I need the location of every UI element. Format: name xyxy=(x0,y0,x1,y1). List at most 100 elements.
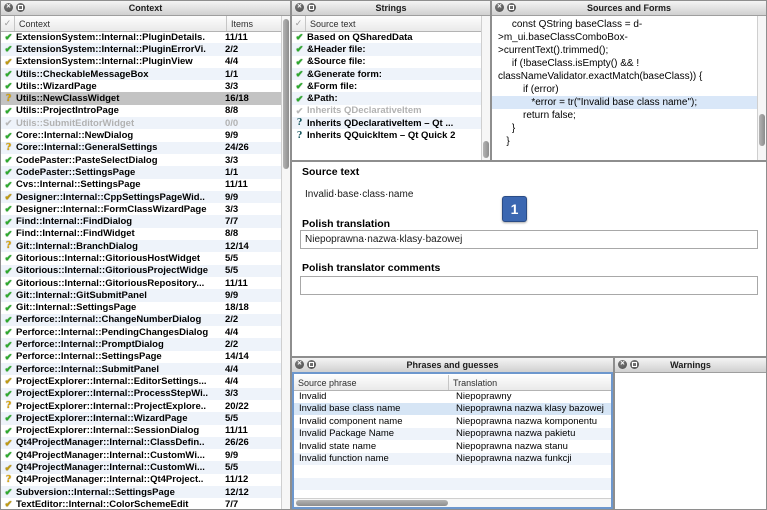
context-row[interactable]: ✔Perforce::Internal::PromptDialog2/2 xyxy=(1,338,281,350)
strings-scrollbar-thumb[interactable] xyxy=(483,141,489,158)
context-row[interactable]: ✔ProjectExplorer::Internal::WizardPage5/… xyxy=(1,412,281,424)
context-row[interactable]: ✔Perforce::Internal::SettingsPage14/14 xyxy=(1,351,281,363)
context-scrollbar-thumb[interactable] xyxy=(283,19,289,169)
context-row[interactable]: ✔CodePaster::PasteSelectDialog3/3 xyxy=(1,154,281,166)
phrases-hscrollbar[interactable] xyxy=(294,498,611,507)
warn-status-icon: ✔ xyxy=(1,437,16,449)
context-row[interactable]: ✔Git::Internal::SettingsPage18/18 xyxy=(1,302,281,314)
context-scrollbar[interactable] xyxy=(281,16,290,509)
context-row[interactable]: ✔Qt4ProjectManager::Internal::CustomWi..… xyxy=(1,449,281,461)
context-row[interactable]: ✔Utils::SubmitEditorWidget0/0 xyxy=(1,117,281,129)
done-mark-column-icon[interactable]: ✓ xyxy=(1,16,15,31)
sources-scrollbar[interactable] xyxy=(757,16,766,160)
string-row[interactable]: ?Inherits QDeclarativeItem – Qt ... xyxy=(292,117,481,129)
context-row[interactable]: ?Utils::NewClassWidget16/18 xyxy=(1,92,281,104)
phrase-row[interactable]: Invalid component nameNiepoprawna nazwa … xyxy=(294,415,611,428)
context-row[interactable]: ✔Perforce::Internal::SubmitPanel4/4 xyxy=(1,363,281,375)
phrases-column-header[interactable]: Source phrase Translation xyxy=(294,375,611,391)
context-row[interactable]: ✔CodePaster::SettingsPage1/1 xyxy=(1,166,281,178)
float-icon[interactable] xyxy=(307,360,316,369)
phrase-row[interactable]: Invalid function nameNiepoprawna nazwa f… xyxy=(294,453,611,466)
done-status-icon: ✔ xyxy=(1,130,16,142)
context-column[interactable]: Context xyxy=(15,16,227,31)
context-row[interactable]: ✔Perforce::Internal::ChangeNumberDialog2… xyxy=(1,314,281,326)
phrase-row[interactable]: InvalidNiepoprawny xyxy=(294,390,611,403)
close-icon[interactable]: ✕ xyxy=(618,360,627,369)
done-mark-column-icon[interactable]: ✓ xyxy=(292,16,306,31)
unfinished2-status-icon: ? xyxy=(292,130,307,142)
context-row[interactable]: ✔ProjectExplorer::Internal::SessionDialo… xyxy=(1,425,281,437)
context-row[interactable]: ✔ProjectExplorer::Internal::EditorSettin… xyxy=(1,375,281,387)
context-row[interactable]: ✔Utils::ProjectIntroPage8/8 xyxy=(1,105,281,117)
context-row[interactable]: ✔ExtensionSystem::Internal::PluginView4/… xyxy=(1,56,281,68)
done-status-icon: ✔ xyxy=(1,31,16,43)
string-row[interactable]: ✔&Path: xyxy=(292,92,481,104)
close-icon[interactable]: ✕ xyxy=(4,3,13,12)
strings-scrollbar[interactable] xyxy=(481,16,490,160)
string-row[interactable]: ✔&Form file: xyxy=(292,80,481,92)
context-row[interactable]: ?Qt4ProjectManager::Internal::Qt4Project… xyxy=(1,474,281,486)
float-icon[interactable] xyxy=(630,360,639,369)
context-column-header[interactable]: ✓ Context Items xyxy=(1,16,290,32)
float-icon[interactable] xyxy=(307,3,316,12)
context-row[interactable]: ✔Designer::Internal::FormClassWizardPage… xyxy=(1,203,281,215)
phrase-row[interactable]: Invalid state nameNiepoprawna nazwa stan… xyxy=(294,440,611,453)
context-row[interactable]: ✔Qt4ProjectManager::Internal::CustomWi..… xyxy=(1,461,281,473)
done-status-icon: ✔ xyxy=(1,412,16,424)
context-row[interactable]: ✔Find::Internal::FindDialog7/7 xyxy=(1,215,281,227)
context-row[interactable]: ✔Cvs::Internal::SettingsPage11/11 xyxy=(1,179,281,191)
done-status-icon: ✔ xyxy=(1,339,16,351)
context-row[interactable]: ✔Utils::CheckableMessageBox1/1 xyxy=(1,68,281,80)
context-row[interactable]: ✔Gitorious::Internal::GitoriousProjectWi… xyxy=(1,265,281,277)
string-row[interactable]: ✔Based on QSharedData xyxy=(292,31,481,43)
context-name: ProjectExplorer::Internal::WizardPage xyxy=(16,413,225,424)
close-icon[interactable]: ✕ xyxy=(495,3,504,12)
string-row[interactable]: ✔&Generate form: xyxy=(292,68,481,80)
string-row[interactable]: ✔&Header file: xyxy=(292,43,481,55)
context-row[interactable]: ✔TextEditor::Internal::ColorSchemeEdit7/… xyxy=(1,498,281,509)
string-row[interactable]: ?Inherits QQuickItem – Qt Quick 2 xyxy=(292,129,481,141)
context-row[interactable]: ?ProjectExplorer::Internal::ProjectExplo… xyxy=(1,400,281,412)
strings-panel: ✕ Strings ✓ Source text ✔Based on QShare… xyxy=(291,0,491,161)
context-row[interactable]: ✔Subversion::Internal::SettingsPage12/12 xyxy=(1,486,281,498)
source-code-view[interactable]: const QString baseClass = d->m_ui.baseCl… xyxy=(492,16,757,160)
context-items-count: 12/14 xyxy=(225,241,281,252)
context-row[interactable]: ?Core::Internal::GeneralSettings24/26 xyxy=(1,142,281,154)
context-items-count: 7/7 xyxy=(225,499,281,509)
strings-column-header[interactable]: ✓ Source text xyxy=(292,16,490,32)
phrase-row[interactable]: Invalid Package NameNiepoprawna nazwa pa… xyxy=(294,428,611,441)
translation-input[interactable]: Niepoprawna·nazwa·klasy·bazowej xyxy=(300,230,758,249)
source-text-column[interactable]: Source text xyxy=(306,16,490,31)
float-icon[interactable] xyxy=(16,3,25,12)
context-items-count: 11/11 xyxy=(225,179,281,190)
context-row[interactable]: ✔Git::Internal::GitSubmitPanel9/9 xyxy=(1,289,281,301)
translation-column[interactable]: Translation xyxy=(449,375,611,390)
phrase-translation: Niepoprawna nazwa funkcji xyxy=(451,453,611,464)
close-icon[interactable]: ✕ xyxy=(295,3,304,12)
context-row[interactable]: ✔Find::Internal::FindWidget8/8 xyxy=(1,228,281,240)
context-row[interactable]: ✔Qt4ProjectManager::Internal::ClassDefin… xyxy=(1,437,281,449)
context-row[interactable]: ✔Utils::WizardPage3/3 xyxy=(1,80,281,92)
phrases-hscrollbar-thumb[interactable] xyxy=(296,500,448,506)
phrase-empty-row xyxy=(294,478,611,491)
context-row[interactable]: ?Git::Internal::BranchDialog12/14 xyxy=(1,240,281,252)
context-row[interactable]: ✔Core::Internal::NewDialog9/9 xyxy=(1,129,281,141)
translator-comments-input[interactable] xyxy=(300,276,758,295)
context-row[interactable]: ✔Perforce::Internal::PendingChangesDialo… xyxy=(1,326,281,338)
source-phrase-column[interactable]: Source phrase xyxy=(294,375,449,390)
context-row[interactable]: ✔ProjectExplorer::Internal::ProcessStepW… xyxy=(1,388,281,400)
close-icon[interactable]: ✕ xyxy=(295,360,304,369)
context-row[interactable]: ✔ExtensionSystem::Internal::PluginDetail… xyxy=(1,31,281,43)
context-name: ExtensionSystem::Internal::PluginErrorVi… xyxy=(16,44,225,55)
string-row[interactable]: ✔Inherits QDeclarativeItem xyxy=(292,105,481,117)
sources-scrollbar-thumb[interactable] xyxy=(759,114,765,146)
context-row[interactable]: ✔Gitorious::Internal::GitoriousRepositor… xyxy=(1,277,281,289)
phrase-empty-row xyxy=(294,490,611,498)
context-row[interactable]: ✔Gitorious::Internal::GitoriousHostWidge… xyxy=(1,252,281,264)
context-row[interactable]: ✔Designer::Internal::CppSettingsPageWid.… xyxy=(1,191,281,203)
string-row[interactable]: ✔&Source file: xyxy=(292,56,481,68)
float-icon[interactable] xyxy=(507,3,516,12)
warnings-panel-title: Warnings xyxy=(670,360,711,370)
context-row[interactable]: ✔ExtensionSystem::Internal::PluginErrorV… xyxy=(1,43,281,55)
phrase-row[interactable]: Invalid base class nameNiepoprawna nazwa… xyxy=(294,403,611,416)
